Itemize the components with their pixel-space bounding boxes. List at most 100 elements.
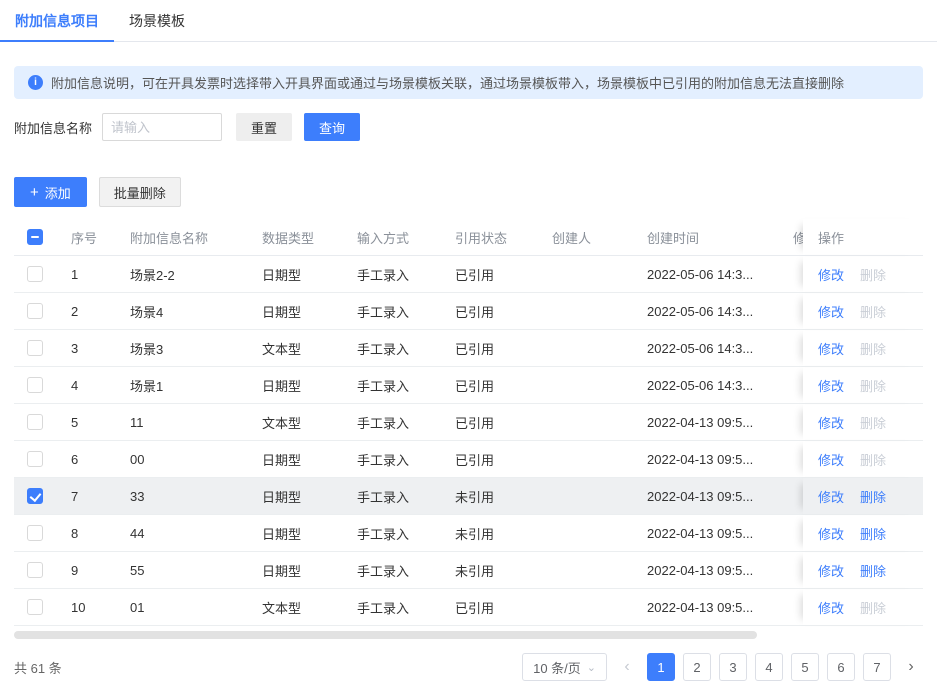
row-checkbox[interactable] [27,414,43,430]
edit-link[interactable]: 修改 [818,524,844,543]
tab-label: 附加信息项目 [15,11,99,31]
cell-data-type: 日期型 [247,302,342,321]
delete-link[interactable]: 删除 [860,376,886,395]
edit-link[interactable]: 修改 [818,302,844,321]
cell-data-type: 文本型 [247,339,342,358]
cell-data-type: 文本型 [247,413,342,432]
row-checkbox[interactable] [27,266,43,282]
table-row: 10 01 文本型 手工录入 已引用 2022-04-13 09:5... 修改… [14,589,923,626]
select-all-checkbox[interactable] [27,229,43,245]
page-button-3[interactable]: 3 [719,653,747,681]
cell-created-at: 2022-04-13 09:5... [632,452,778,467]
page-button-7[interactable]: 7 [863,653,891,681]
row-checkbox[interactable] [27,562,43,578]
cell-name: 33 [115,489,247,504]
column-header-operations: 操作 [803,219,923,255]
page-button-5[interactable]: 5 [791,653,819,681]
delete-link[interactable]: 删除 [860,598,886,617]
batch-delete-button[interactable]: 批量删除 [99,177,181,207]
table-row: 6 00 日期型 手工录入 已引用 2022-04-13 09:5... 修改 … [14,441,923,478]
column-header-data-type: 数据类型 [247,228,342,247]
cell-input-mode: 手工录入 [342,524,440,543]
delete-link[interactable]: 删除 [860,413,886,432]
cell-index: 8 [56,526,115,541]
delete-link[interactable]: 删除 [860,339,886,358]
row-checkbox[interactable] [27,599,43,615]
table-row: 7 33 日期型 手工录入 未引用 2022-04-13 09:5... 修改 … [14,478,923,515]
page-button-6[interactable]: 6 [827,653,855,681]
cell-index: 2 [56,304,115,319]
edit-link[interactable]: 修改 [818,339,844,358]
row-checkbox[interactable] [27,303,43,319]
cell-ref-status: 已引用 [440,265,537,284]
prev-page-button[interactable]: ‹ [615,653,639,681]
delete-link[interactable]: 删除 [860,524,886,543]
cell-ref-status: 未引用 [440,561,537,580]
cell-input-mode: 手工录入 [342,339,440,358]
tab-scene-templates[interactable]: 场景模板 [114,0,200,41]
cell-index: 7 [56,489,115,504]
cell-created-at: 2022-05-06 14:3... [632,341,778,356]
info-banner: i 附加信息说明，可在开具发票时选择带入开具界面或通过与场景模板关联，通过场景模… [14,66,923,99]
query-button[interactable]: 查询 [304,113,360,141]
cell-input-mode: 手工录入 [342,598,440,617]
delete-link[interactable]: 删除 [860,450,886,469]
delete-link[interactable]: 删除 [860,487,886,506]
row-checkbox[interactable] [27,451,43,467]
cell-created-at: 2022-05-06 14:3... [632,267,778,282]
page-button-1[interactable]: 1 [647,653,675,681]
cell-name: 场景4 [115,302,247,321]
edit-link[interactable]: 修改 [818,450,844,469]
cell-index: 6 [56,452,115,467]
row-checkbox[interactable] [27,340,43,356]
table-row: 1 场景2-2 日期型 手工录入 已引用 2022-05-06 14:3... … [14,256,923,293]
cell-name: 44 [115,526,247,541]
cell-index: 3 [56,341,115,356]
cell-ref-status: 已引用 [440,339,537,358]
cell-created-at: 2022-04-13 09:5... [632,415,778,430]
delete-link[interactable]: 删除 [860,302,886,321]
data-table: 序号 附加信息名称 数据类型 输入方式 引用状态 创建人 创建时间 修 操作 1… [14,219,923,626]
cell-ref-status: 已引用 [440,376,537,395]
pagination-pages: 1234567 [647,653,891,681]
search-form: 附加信息名称 重置 查询 [14,113,923,141]
cell-ref-status: 已引用 [440,450,537,469]
table-row: 5 11 文本型 手工录入 已引用 2022-04-13 09:5... 修改 … [14,404,923,441]
add-button-label: 添加 [45,183,71,202]
edit-link[interactable]: 修改 [818,561,844,580]
next-page-button[interactable]: › [899,653,923,681]
reset-button[interactable]: 重置 [236,113,292,141]
row-checkbox[interactable] [27,525,43,541]
row-checkbox[interactable] [27,488,43,504]
delete-link[interactable]: 删除 [860,561,886,580]
search-input[interactable] [102,113,222,141]
cell-input-mode: 手工录入 [342,413,440,432]
cell-name: 场景1 [115,376,247,395]
cell-ref-status: 已引用 [440,302,537,321]
cell-created-at: 2022-04-13 09:5... [632,526,778,541]
cell-data-type: 日期型 [247,487,342,506]
cell-created-at: 2022-04-13 09:5... [632,489,778,504]
edit-link[interactable]: 修改 [818,265,844,284]
info-icon: i [28,75,43,90]
page-size-select[interactable]: 10 条/页 ⌄ [522,653,607,681]
row-checkbox[interactable] [27,377,43,393]
edit-link[interactable]: 修改 [818,413,844,432]
tab-additional-info-items[interactable]: 附加信息项目 [0,0,114,41]
cell-index: 10 [56,600,115,615]
horizontal-scrollbar[interactable] [14,631,757,639]
edit-link[interactable]: 修改 [818,376,844,395]
cell-name: 11 [115,415,247,430]
add-button[interactable]: + 添加 [14,177,87,207]
page-button-4[interactable]: 4 [755,653,783,681]
page-button-2[interactable]: 2 [683,653,711,681]
cell-input-mode: 手工录入 [342,487,440,506]
edit-link[interactable]: 修改 [818,598,844,617]
cell-name: 00 [115,452,247,467]
edit-link[interactable]: 修改 [818,487,844,506]
table-row: 9 55 日期型 手工录入 未引用 2022-04-13 09:5... 修改 … [14,552,923,589]
cell-index: 4 [56,378,115,393]
cell-ref-status: 已引用 [440,598,537,617]
delete-link[interactable]: 删除 [860,265,886,284]
tab-label: 场景模板 [129,11,185,31]
